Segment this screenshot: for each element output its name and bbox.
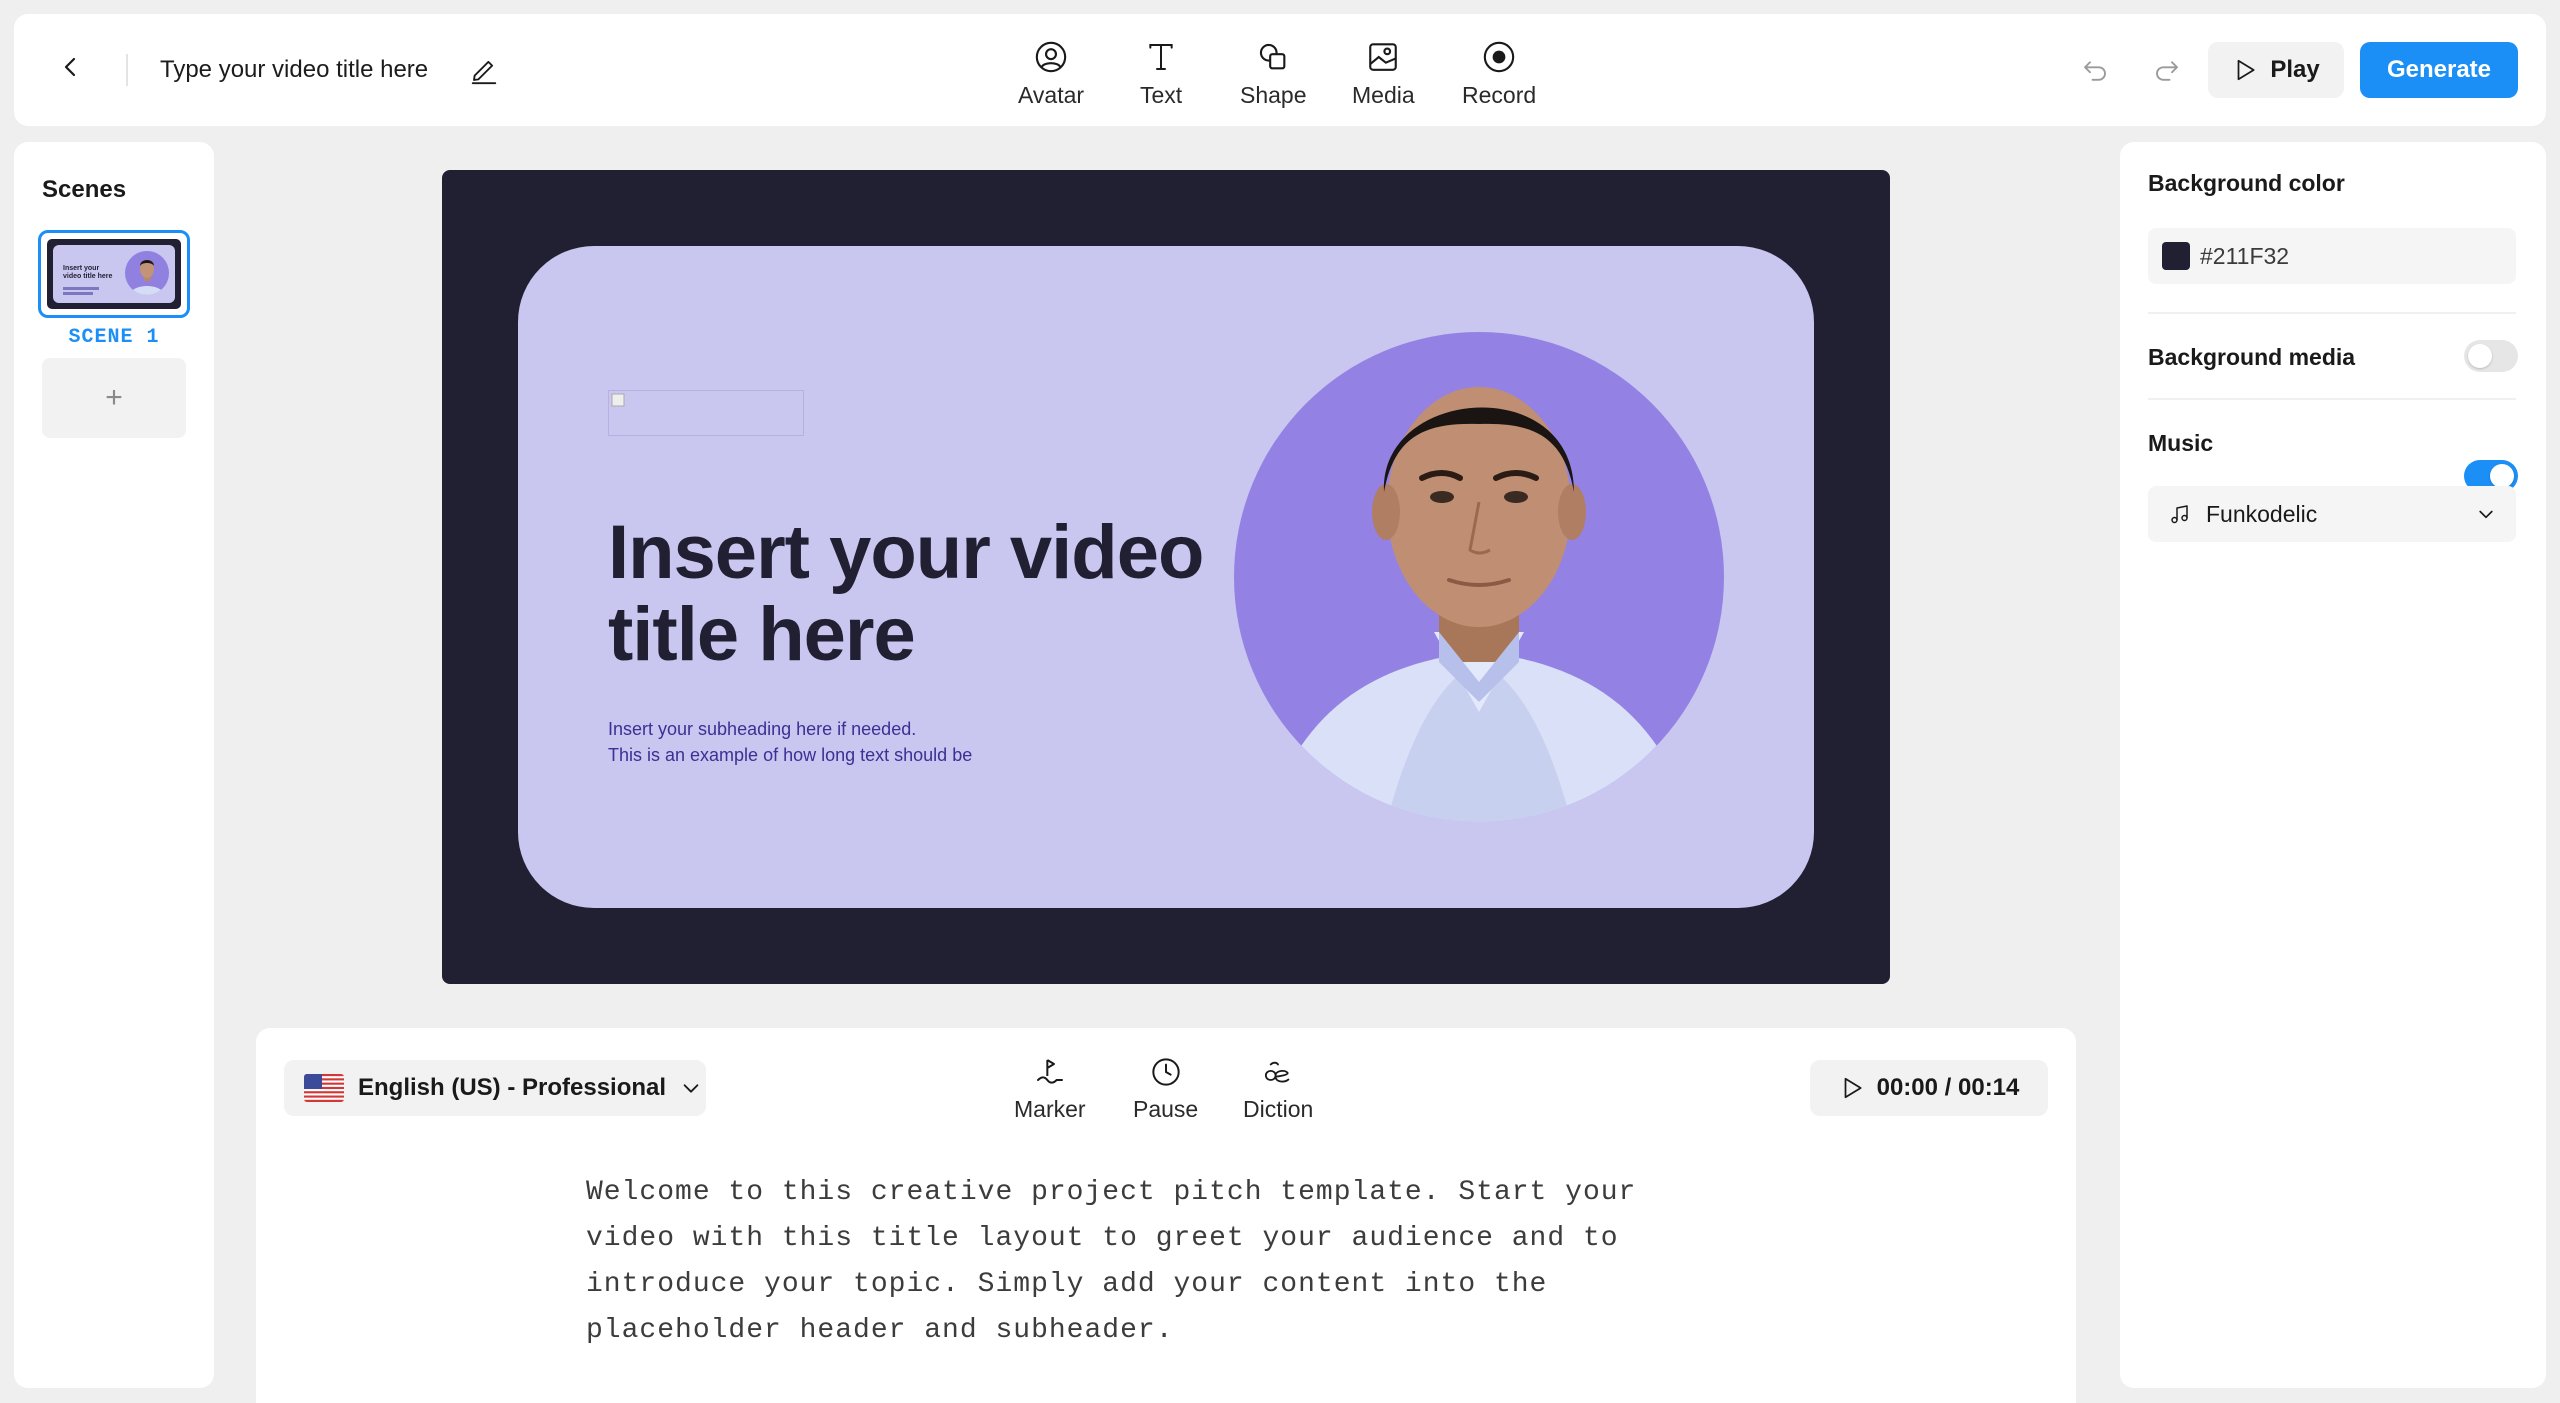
record-icon xyxy=(1483,41,1515,73)
marker-icon xyxy=(1036,1059,1063,1084)
redo-button[interactable] xyxy=(2146,50,2188,92)
undo-icon xyxy=(2084,61,2106,81)
music-track-name: Funkodelic xyxy=(2206,500,2318,527)
thumbnail-avatar xyxy=(125,251,169,295)
background-color-label: Background color xyxy=(2148,170,2345,196)
presenter-avatar[interactable] xyxy=(1234,332,1724,822)
broken-image-icon xyxy=(611,393,625,407)
redo-icon xyxy=(2156,61,2178,81)
us-flag-icon xyxy=(304,1074,344,1102)
tool-avatar[interactable]: Avatar xyxy=(1018,30,1084,114)
subheading-line-2: This is an example of how long text shou… xyxy=(608,745,973,765)
background-media-label: Background media xyxy=(2148,344,2356,370)
pause-label: Pause xyxy=(1133,1096,1199,1122)
tool-text[interactable]: Text xyxy=(1140,30,1182,114)
voice-language-select[interactable]: English (US) - Professional xyxy=(284,1060,706,1116)
scene-thumbnail[interactable]: Insert your video title here xyxy=(38,230,190,318)
play-label: Play xyxy=(2270,56,2320,83)
tool-shape[interactable]: Shape xyxy=(1240,30,1307,114)
divider xyxy=(2148,312,2516,314)
add-scene-button[interactable]: + xyxy=(42,358,186,438)
chevron-down-icon xyxy=(683,1084,699,1093)
tool-media[interactable]: Media xyxy=(1352,30,1415,114)
pause-clock-icon xyxy=(1151,1058,1180,1086)
pencil-icon xyxy=(471,60,497,85)
music-track-select[interactable]: Funkodelic xyxy=(2148,486,2516,542)
undo-button[interactable] xyxy=(2074,50,2116,92)
slide-subheading[interactable]: Insert your subheading here if needed. T… xyxy=(608,716,1108,768)
divider xyxy=(2148,398,2516,400)
tool-record[interactable]: Record xyxy=(1462,30,1536,114)
edit-title-button[interactable] xyxy=(466,52,502,88)
color-swatch[interactable] xyxy=(2162,242,2190,270)
media-icon xyxy=(1369,43,1398,71)
tool-label: Avatar xyxy=(1018,82,1085,108)
chevron-left-icon xyxy=(64,57,76,77)
shape-icon xyxy=(1260,43,1286,70)
thumbnail-title: Insert your video title here xyxy=(63,265,113,280)
background-media-toggle[interactable] xyxy=(2464,340,2518,372)
scene-canvas[interactable]: Insert your video title here Insert your… xyxy=(442,170,1890,984)
broken-image-placeholder[interactable] xyxy=(608,390,804,436)
tool-label: Media xyxy=(1352,82,1415,108)
scene-label: SCENE 1 xyxy=(68,326,160,349)
chevron-down-icon xyxy=(2479,510,2493,519)
language-label: English (US) - Professional xyxy=(358,1074,667,1101)
tool-label: Record xyxy=(1462,82,1537,108)
diction-label: Diction xyxy=(1243,1096,1314,1122)
subheading-line-1: Insert your subheading here if needed. xyxy=(608,719,917,739)
properties-panel xyxy=(2120,142,2546,1388)
tool-label: Text xyxy=(1140,82,1183,108)
text-icon xyxy=(1149,44,1173,70)
slide-title[interactable]: Insert your video title here xyxy=(608,512,1228,676)
diction-button[interactable]: Diction xyxy=(1243,1052,1313,1123)
top-bar-divider xyxy=(126,54,128,86)
script-text-editor[interactable]: Welcome to this creative project pitch t… xyxy=(586,1170,1716,1354)
background-color-input[interactable]: #211F32 xyxy=(2148,228,2516,284)
play-icon xyxy=(2237,59,2255,81)
scenes-title: Scenes xyxy=(42,176,127,203)
slide-card[interactable]: Insert your video title here Insert your… xyxy=(518,246,1814,908)
play-icon xyxy=(1844,1077,1862,1099)
background-color-value: #211F32 xyxy=(2200,242,2290,269)
presenter-avatar-image xyxy=(1266,387,1692,822)
video-title[interactable]: Type your video title here xyxy=(160,54,428,86)
avatar-icon xyxy=(1035,41,1067,73)
script-preview-player[interactable]: 00:00 / 00:14 xyxy=(1810,1060,2048,1116)
tool-label: Shape xyxy=(1240,82,1307,108)
music-note-icon xyxy=(2171,505,2188,524)
generate-button[interactable]: Generate xyxy=(2360,42,2518,98)
back-button[interactable] xyxy=(50,46,92,88)
diction-icon xyxy=(1265,1061,1290,1083)
play-button[interactable]: Play xyxy=(2208,42,2344,98)
music-label: Music xyxy=(2148,430,2214,456)
marker-label: Marker xyxy=(1014,1096,1086,1122)
playback-time: 00:00 / 00:14 xyxy=(1876,1074,2020,1101)
pause-button[interactable]: Pause xyxy=(1133,1052,1198,1123)
marker-button[interactable]: Marker xyxy=(1014,1052,1086,1123)
